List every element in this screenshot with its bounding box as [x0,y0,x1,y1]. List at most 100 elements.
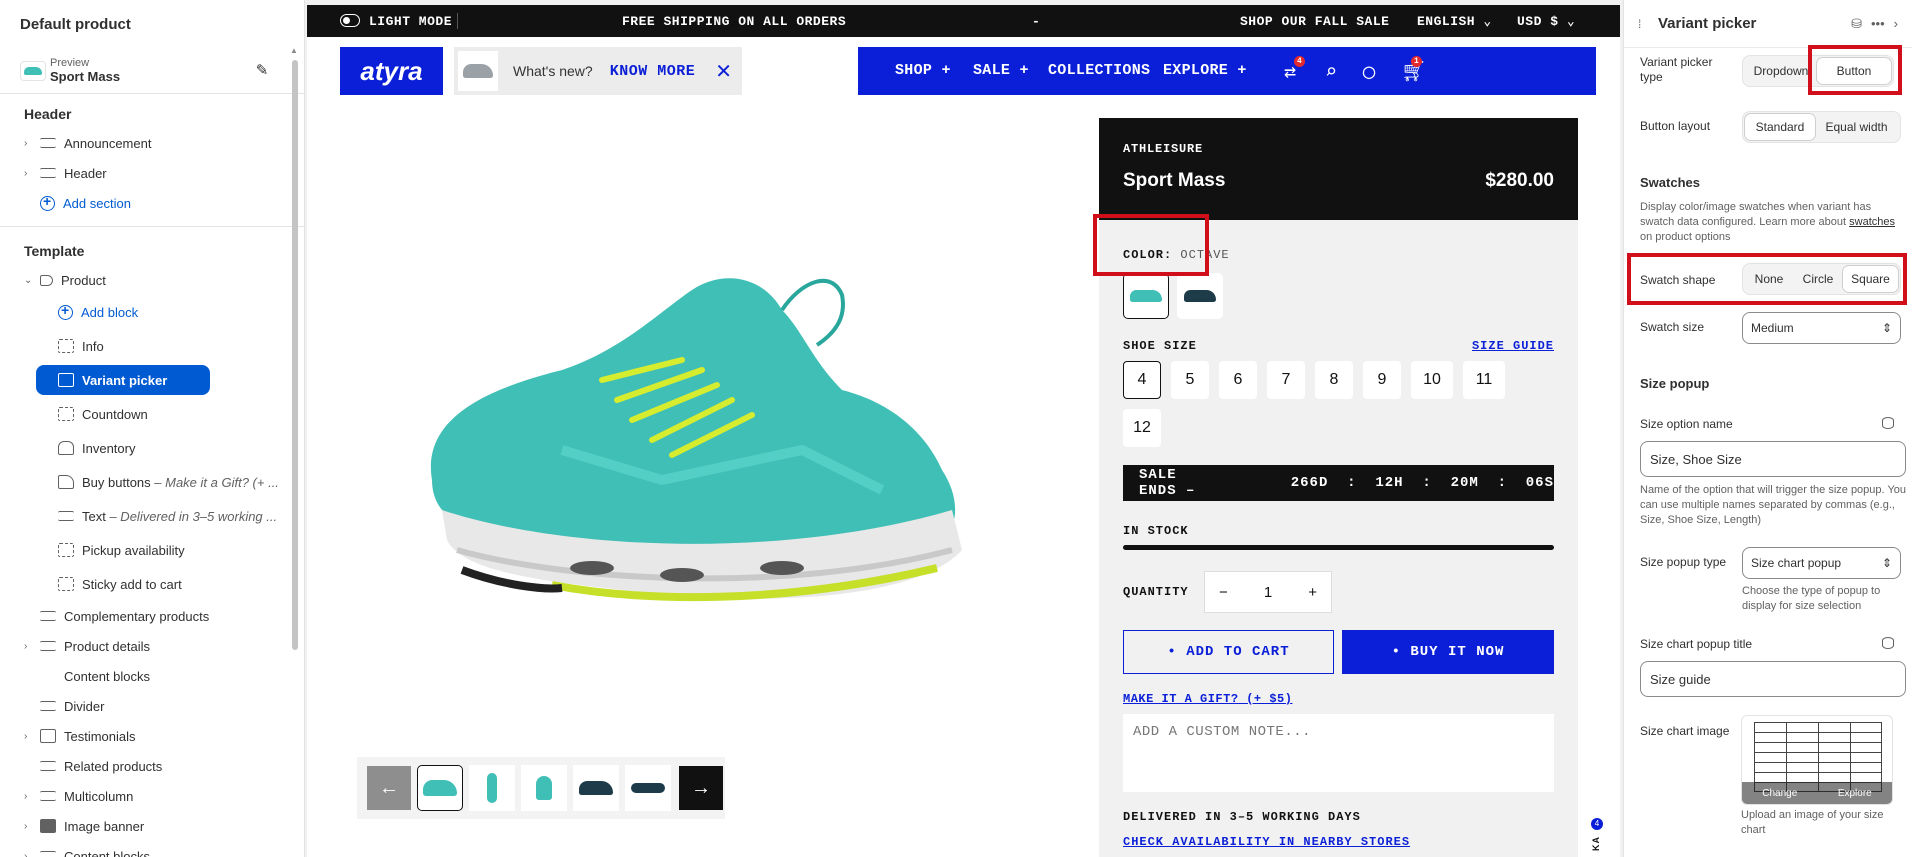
swatch-size-select[interactable]: Medium ⇕ [1742,312,1901,344]
size-option[interactable]: 11 [1463,361,1505,399]
nav-explore[interactable]: EXPLORE + [1163,62,1247,79]
chevron-right-icon[interactable]: › [24,821,34,832]
size-chart-image[interactable]: Change Explore [1741,715,1893,805]
swatch-navy[interactable] [1177,273,1223,319]
section-header[interactable]: › Header [0,158,304,188]
quantity-value[interactable]: 1 [1264,584,1272,601]
block-variant-picker[interactable]: Variant picker [36,365,210,395]
size-option[interactable]: 10 [1411,361,1453,399]
minus-icon[interactable]: − [1219,584,1228,601]
section-product-details[interactable]: › Product details [0,631,304,661]
plus-icon[interactable]: + [1308,584,1317,601]
size-option[interactable]: 12 [1123,409,1161,447]
know-more-link[interactable]: KNOW MORE [610,63,696,80]
more-icon[interactable]: ••• [1871,16,1885,31]
block-buy-buttons[interactable]: Buy buttons – Make it a Gift? (+ ... [0,465,304,499]
add-to-cart-button[interactable]: • ADD TO CART [1123,630,1334,674]
size-option[interactable]: 7 [1267,361,1305,399]
size-guide-link[interactable]: SIZE GUIDE [1472,339,1554,353]
toggle-icon[interactable] [340,14,360,27]
search-icon[interactable]: ⌕ [1325,59,1337,85]
add-section-button[interactable]: Add section [0,188,304,218]
sidebar-scrollbar[interactable]: ▲ [290,46,300,856]
size-option[interactable]: 4 [1123,361,1161,399]
buy-now-button[interactable]: • BUY IT NOW [1342,630,1554,674]
arrow-left-icon[interactable]: ← [367,766,411,810]
section-multicolumn[interactable]: › Multicolumn [0,781,304,811]
language-selector[interactable]: ENGLISH ⌄ [1417,14,1492,29]
chevron-down-icon[interactable]: ⌄ [24,275,34,286]
scroll-up-icon[interactable]: ▲ [290,46,298,55]
popup-type-select[interactable]: Size chart popup ⇕ [1742,547,1901,579]
scrollbar-thumb[interactable] [292,60,298,650]
block-sticky[interactable]: Sticky add to cart [0,567,304,601]
chevron-right-icon[interactable]: › [1894,16,1898,31]
back-icon[interactable]: ⁞ [1638,17,1658,31]
currency-selector[interactable]: USD $ ⌄ [1517,14,1575,29]
chevron-right-icon[interactable]: › [24,168,34,179]
nav-sale[interactable]: SALE + [973,62,1029,79]
account-icon[interactable]: ◯ [1363,59,1375,85]
chevron-right-icon[interactable]: › [24,791,34,802]
section-product[interactable]: ⌄ Product [0,265,304,295]
size-option[interactable]: 6 [1219,361,1257,399]
section-announcement[interactable]: › Announcement [0,128,304,158]
check-availability-link[interactable]: CHECK AVAILABILITY IN NEARBY STORES [1123,835,1410,849]
option-equal-width[interactable]: Equal width [1815,114,1898,140]
block-text[interactable]: Text – Delivered in 3–5 working ... [0,499,304,533]
thumbnail-5[interactable] [625,765,671,811]
thumbnail-1[interactable] [417,765,463,811]
explore-image-button[interactable]: Explore [1838,788,1872,799]
database-icon[interactable]: ⛁ [1851,16,1862,32]
light-mode-toggle[interactable]: LIGHT MODE [369,14,452,29]
size-popup-title: Size popup [1640,376,1710,391]
chart-title-input[interactable]: Size guide [1640,661,1906,697]
preview-label: Preview [50,57,90,69]
thumbnail-2[interactable] [469,765,515,811]
product-main-image[interactable] [362,250,992,650]
preview-side-tab[interactable]: 4 KA [1587,118,1609,857]
size-option-input[interactable]: Size, Shoe Size [1640,441,1906,477]
swatches-link[interactable]: swatches [1849,216,1895,228]
quantity-stepper[interactable]: − 1 + [1204,571,1332,613]
swatch-teal[interactable] [1123,273,1169,319]
chevron-right-icon[interactable]: › [24,138,34,149]
chevron-right-icon[interactable]: › [24,731,34,742]
option-dropdown[interactable]: Dropdown [1745,58,1817,84]
size-option[interactable]: 5 [1171,361,1209,399]
section-image-banner[interactable]: › Image banner [0,811,304,841]
block-pickup[interactable]: Pickup availability [0,533,304,567]
section-content-blocks[interactable]: Content blocks [0,661,304,691]
block-info[interactable]: Info [0,329,304,363]
nav-shop[interactable]: SHOP + [895,62,951,79]
block-inventory[interactable]: Inventory [0,431,304,465]
section-complementary[interactable]: Complementary products [0,601,304,631]
gift-link[interactable]: MAKE IT A GIFT? (+ $5) [1123,692,1292,706]
section-related[interactable]: Related products [0,751,304,781]
chevron-right-icon[interactable]: › [24,641,34,652]
database-icon[interactable] [1882,637,1894,649]
fall-sale-link[interactable]: SHOP OUR FALL SALE [1240,14,1389,29]
store-logo[interactable]: atyra [340,47,443,95]
close-icon[interactable]: ✕ [715,59,732,84]
preview-selector[interactable]: Preview Sport Mass ✎ [0,48,304,94]
option-standard[interactable]: Standard [1745,114,1815,140]
template-title[interactable]: Default product [0,0,304,48]
change-image-button[interactable]: Change [1762,788,1797,799]
pencil-icon[interactable]: ✎ [252,61,272,81]
section-content-blocks-2[interactable]: › Content blocks [0,841,304,857]
thumbnail-4[interactable] [573,765,619,811]
arrow-right-icon[interactable]: → [679,766,723,810]
custom-note-input[interactable]: ADD A CUSTOM NOTE... [1123,714,1554,792]
nav-collections[interactable]: COLLECTIONS [1048,62,1150,79]
chevron-right-icon[interactable]: › [24,851,34,857]
side-badge: 4 [1591,818,1603,830]
size-option[interactable]: 8 [1315,361,1353,399]
database-icon[interactable] [1882,417,1894,429]
section-testimonials[interactable]: › Testimonials [0,721,304,751]
thumbnail-3[interactable] [521,765,567,811]
size-option[interactable]: 9 [1363,361,1401,399]
add-block-button[interactable]: Add block [0,295,304,329]
section-divider[interactable]: Divider [0,691,304,721]
block-countdown[interactable]: Countdown [0,397,304,431]
